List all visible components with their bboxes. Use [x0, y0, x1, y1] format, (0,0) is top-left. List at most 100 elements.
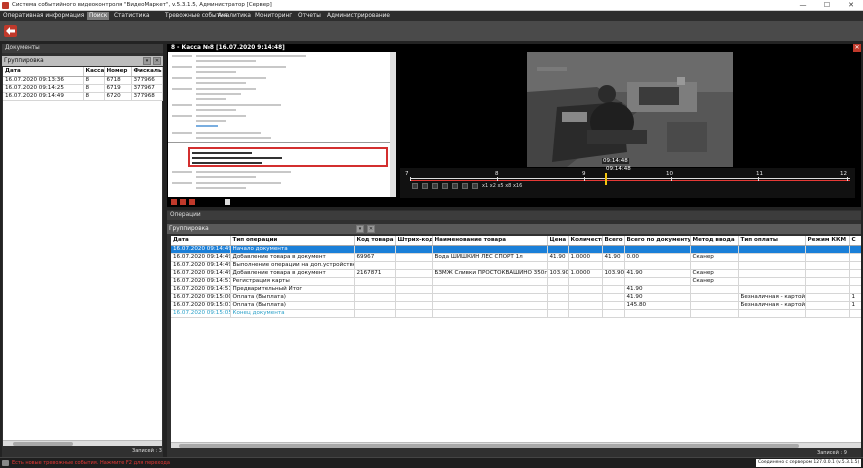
cell-total: [602, 245, 625, 254]
cell-kkm-mode: [805, 269, 850, 278]
cell-quantity: 1.0000: [568, 269, 603, 278]
column-header-register[interactable]: Касса: [83, 67, 105, 77]
menu-item-analytics[interactable]: Аналитика: [216, 12, 253, 20]
table-row[interactable]: 16.07.2020 09:14:49 8 6720 377968: [3, 92, 163, 101]
table-row[interactable]: 16.07.2020 09:14:49 Добавление товара в д…: [171, 253, 861, 262]
maximize-button[interactable]: ☐: [815, 0, 839, 11]
cell-operation-type: Добавление товара в документ: [230, 269, 355, 278]
cell-payment-type: [738, 269, 806, 278]
minimize-button[interactable]: —: [791, 0, 815, 11]
grouping-filter-button[interactable]: ▾: [356, 225, 364, 233]
video-timeline[interactable]: 7 8 9 10 11 12 09:14:48 х1 х2 х5 х8 х16: [400, 166, 855, 198]
table-row[interactable]: 16.07.2020 09:14:49 Начало документа: [171, 245, 861, 254]
documents-horizontal-scrollbar[interactable]: [3, 440, 162, 446]
menu-item-search[interactable]: Поиск: [87, 12, 110, 20]
column-header-product-code[interactable]: Код товара: [354, 236, 396, 246]
table-row[interactable]: 16.07.2020 09:13:36 8 6718 377966: [3, 76, 163, 85]
cell-price: [547, 277, 569, 286]
grouping-clear-button[interactable]: ✕: [153, 57, 161, 65]
column-header-total[interactable]: Всего: [602, 236, 625, 246]
scrollbar-thumb[interactable]: [13, 442, 73, 446]
camera-video-frame[interactable]: 09:14:48: [527, 52, 733, 167]
speed-x1-button[interactable]: х1: [482, 183, 488, 189]
cell-kkm-mode: [805, 261, 850, 270]
table-row[interactable]: 16.07.2020 09:14:49 Добавление товара в д…: [171, 269, 861, 278]
document-icon[interactable]: [225, 199, 230, 205]
close-video-button[interactable]: ✕: [853, 44, 861, 52]
cell-product-name: БЗМЖ Сливки ПРОСТОКВАШИНО 350г: [432, 269, 548, 278]
cell-total: [602, 293, 625, 302]
cell-kkm-mode: [805, 301, 850, 310]
checkout-camera-image: [527, 52, 733, 167]
column-header-quantity[interactable]: Количество: [568, 236, 603, 246]
column-header-date[interactable]: Дата: [3, 67, 84, 77]
cell-price: [547, 261, 569, 270]
arrow-left-icon: [6, 27, 15, 35]
cell-date: 16.07.2020 09:14:51: [171, 285, 231, 294]
table-row[interactable]: 16.07.2020 09:14:49 Выполнение операции н…: [171, 261, 861, 270]
cell-barcode: [395, 293, 433, 302]
cell-payment-type: Безналичная - картой: [738, 301, 806, 310]
cell-operation-type: Регистрация карты: [230, 277, 355, 286]
back-button[interactable]: [4, 25, 17, 37]
cell-date: 16.07.2020 09:14:49: [171, 253, 231, 262]
column-header-date[interactable]: Дата: [171, 236, 231, 246]
operations-horizontal-scrollbar[interactable]: [171, 442, 861, 448]
cell-document-total: 145.80: [624, 301, 691, 310]
speed-x2-button[interactable]: х2: [490, 183, 496, 189]
cell-operation-type: Оплата (Выплата): [230, 293, 355, 302]
cell-document-total: 0.00: [624, 253, 691, 262]
receipt-log-view[interactable]: [168, 52, 396, 197]
table-row[interactable]: 16.07.2020 09:14:25 8 6719 377967: [3, 84, 163, 93]
table-row[interactable]: 16.07.2020 09:14:51 Предварительный Итог 4…: [171, 285, 861, 294]
stop-icon[interactable]: [180, 199, 186, 205]
cell-quantity: [568, 277, 603, 286]
alarm-notification[interactable]: Есть новые тревожные события. Нажмите F2…: [12, 460, 170, 466]
column-header-number[interactable]: Номер: [104, 67, 132, 77]
table-row[interactable]: 16.07.2020 09:15:00 Оплата (Выплата) 41.90…: [171, 293, 861, 302]
cell-payment-type: Безналичная - картой: [738, 293, 806, 302]
column-header-document-total[interactable]: Всего по документу: [624, 236, 691, 246]
cell-input-method: [690, 261, 739, 270]
menu-item-reports[interactable]: Отчеты: [296, 12, 323, 20]
speed-x8-button[interactable]: х8: [505, 183, 511, 189]
record-icon[interactable]: [171, 199, 177, 205]
cell-product-code: 69967: [354, 253, 396, 262]
column-header-input-method[interactable]: Метод ввода: [690, 236, 739, 246]
cell-date: 16.07.2020 09:14:49: [171, 261, 231, 270]
cell-barcode: [395, 269, 433, 278]
grouping-filter-button[interactable]: ▾: [143, 57, 151, 65]
timeline-label: 8: [495, 171, 499, 177]
menu-item-operational-info[interactable]: Оперативная информация: [1, 12, 86, 20]
close-window-button[interactable]: ✕: [839, 0, 863, 11]
scrollbar-thumb[interactable]: [179, 444, 799, 448]
table-row[interactable]: 16.07.2020 09:15:05 Конец документа: [171, 309, 861, 318]
column-header-operation-type[interactable]: Тип операции: [230, 236, 355, 246]
column-header-price[interactable]: Цена: [547, 236, 569, 246]
column-header-kkm-mode[interactable]: Режим ККМ: [805, 236, 850, 246]
column-header-extra[interactable]: С: [849, 236, 861, 246]
speed-x5-button[interactable]: х5: [497, 183, 503, 189]
column-header-fiscal[interactable]: Фискаль: [131, 67, 163, 77]
receipt-log-scrollbar[interactable]: [390, 52, 396, 197]
menu-item-statistics[interactable]: Статистика: [112, 12, 152, 20]
cell-price: [547, 285, 569, 294]
snapshot-icon[interactable]: [189, 199, 195, 205]
cell-extra: [849, 245, 861, 254]
timeline-label: 11: [756, 171, 763, 177]
timeline-cursor[interactable]: [605, 173, 607, 185]
cell-payment-type: [738, 261, 806, 270]
cell-quantity: [568, 301, 603, 310]
column-header-product-name[interactable]: Наименование товара: [432, 236, 548, 246]
video-title: 8 - Касса №8 [16.07.2020 9:14:48]: [171, 45, 285, 51]
grouping-clear-button[interactable]: ✕: [367, 225, 375, 233]
menu-item-administration[interactable]: Администрирование: [325, 12, 392, 20]
speed-x16-button[interactable]: х16: [513, 183, 522, 189]
column-header-payment-type[interactable]: Тип оплаты: [738, 236, 806, 246]
column-header-barcode[interactable]: Штрих-код: [395, 236, 433, 246]
table-row[interactable]: 16.07.2020 09:14:51 Регистрация карты Скан…: [171, 277, 861, 286]
menu-item-monitoring[interactable]: Мониторинг: [253, 12, 294, 20]
table-row[interactable]: 16.07.2020 09:15:01 Оплата (Выплата) 145.8…: [171, 301, 861, 310]
cell-quantity: [568, 293, 603, 302]
cell-document-total: 41.90: [624, 269, 691, 278]
